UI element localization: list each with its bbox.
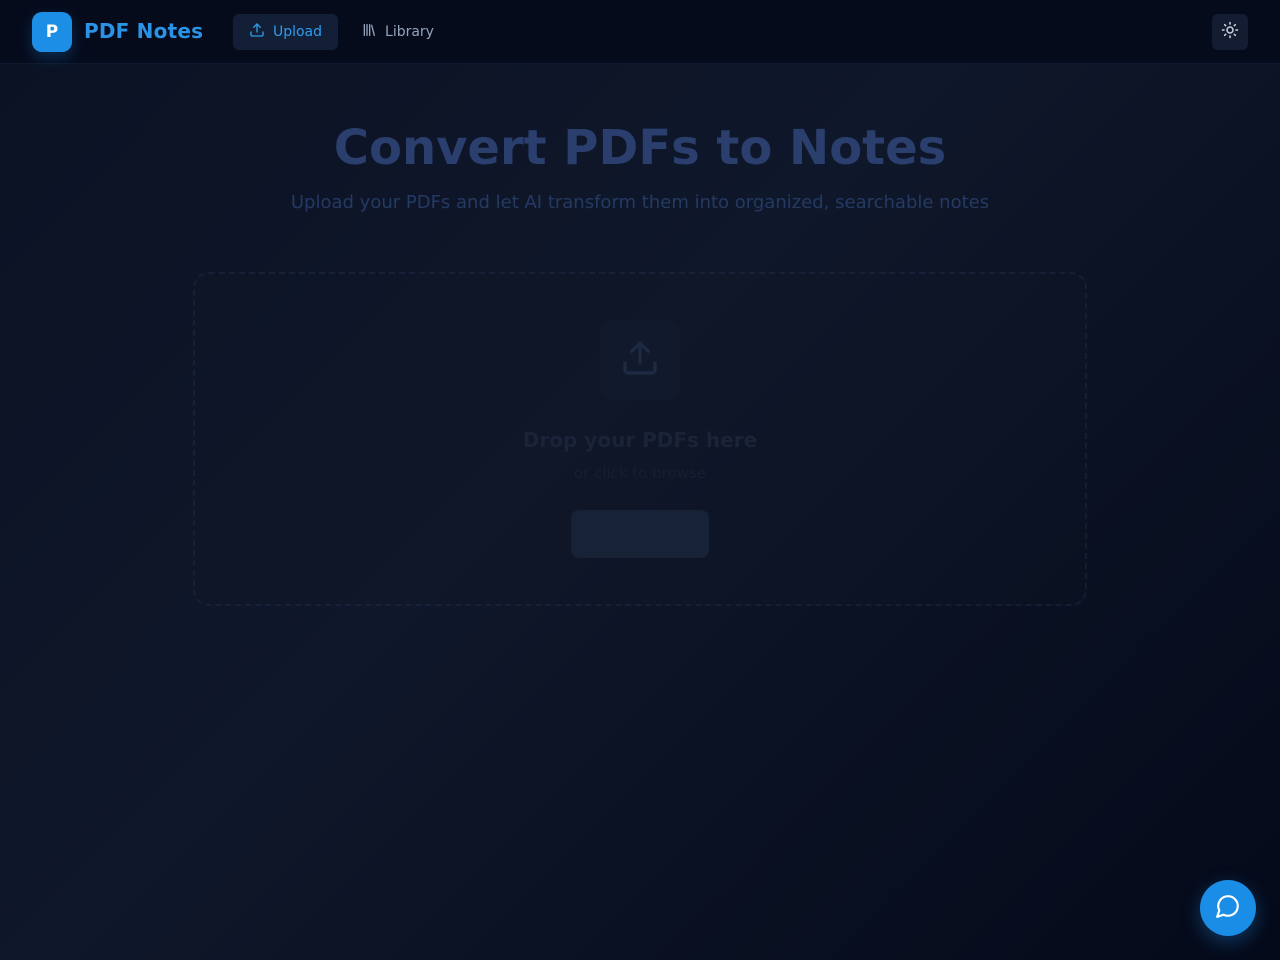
nav-library-label: Library xyxy=(385,24,434,40)
sun-icon xyxy=(1221,21,1239,43)
dropzone-subtitle: or click to browse xyxy=(573,464,707,482)
upload-icon xyxy=(249,22,265,42)
dropzone-title: Drop your PDFs here xyxy=(522,428,758,452)
app-name[interactable]: PDF Notes xyxy=(84,19,203,43)
upload-icon xyxy=(620,338,660,382)
page-subtitle: Upload your PDFs and let AI transform th… xyxy=(290,192,990,213)
chat-button[interactable] xyxy=(1200,880,1256,936)
library-icon xyxy=(361,22,377,42)
page-title: Convert PDFs to Notes xyxy=(333,120,947,176)
nav-library-button[interactable]: Library xyxy=(350,14,445,50)
nav-upload-button[interactable]: Upload xyxy=(233,14,338,50)
theme-toggle-button[interactable] xyxy=(1212,14,1248,50)
top-bar: P PDF Notes Upload Library xyxy=(0,0,1280,64)
dropzone-upload-tile xyxy=(600,320,680,400)
app-logo[interactable]: P xyxy=(32,12,72,52)
browse-files-button[interactable] xyxy=(571,510,709,558)
chat-bubble-icon xyxy=(1215,893,1241,923)
logo-letter: P xyxy=(45,22,59,42)
nav-upload-label: Upload xyxy=(272,24,323,40)
